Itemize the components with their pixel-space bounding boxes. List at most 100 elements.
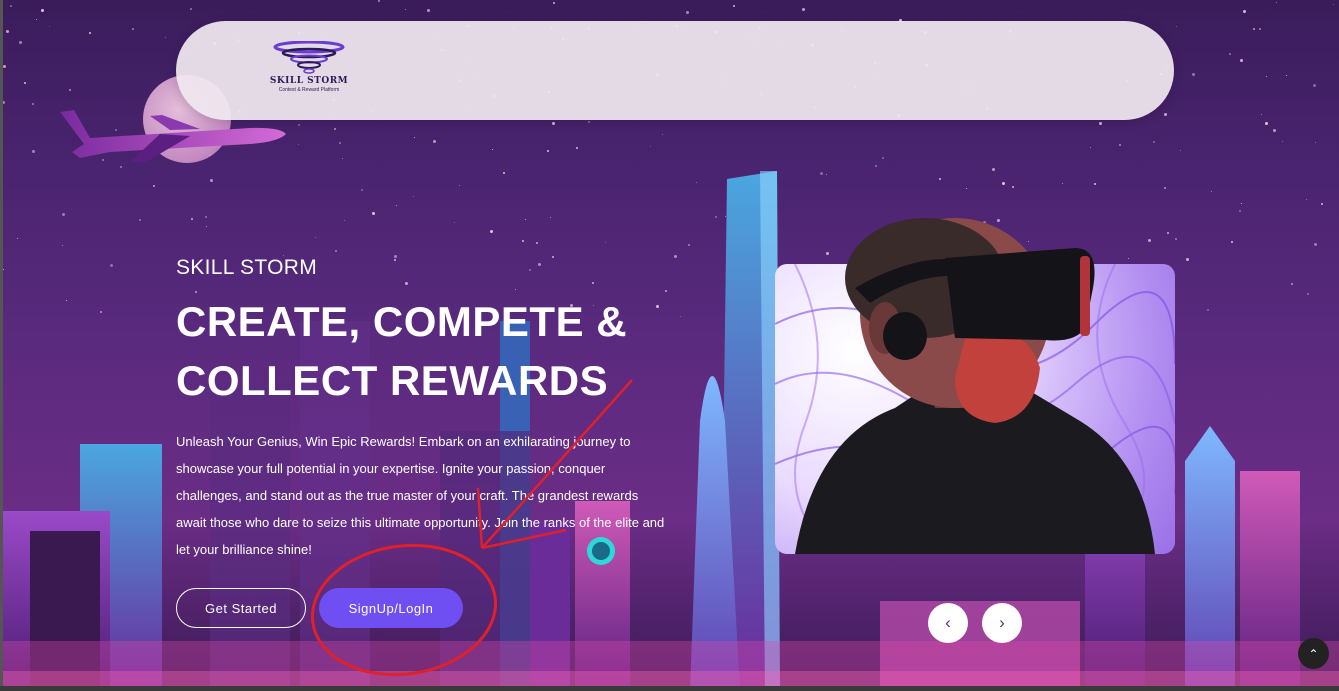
star-dot xyxy=(552,256,554,258)
star-dot xyxy=(405,282,408,285)
star-dot xyxy=(66,300,67,301)
star-dot xyxy=(62,213,65,216)
star-dot xyxy=(680,316,681,317)
star-dot xyxy=(62,245,63,246)
star-dot xyxy=(1321,203,1323,205)
star-dot xyxy=(49,26,50,27)
hero-image-card xyxy=(775,264,1175,554)
hero-eyebrow: SKILL STORM xyxy=(176,256,318,279)
star-dot xyxy=(191,218,193,220)
star-dot xyxy=(1164,187,1166,189)
star-dot xyxy=(405,9,406,10)
star-dot xyxy=(1315,142,1316,143)
star-dot xyxy=(459,185,460,186)
star-dot xyxy=(110,264,113,267)
star-dot xyxy=(1314,243,1317,246)
star-dot xyxy=(205,216,207,218)
star-dot xyxy=(1291,283,1293,285)
star-dot xyxy=(165,37,166,38)
carousel-next-button[interactable]: › xyxy=(982,603,1022,643)
star-dot xyxy=(394,255,397,258)
star-dot xyxy=(339,142,341,144)
site-logo[interactable]: SKILL STORM Contest & Reward Platform xyxy=(254,41,364,101)
star-dot xyxy=(69,89,71,91)
star-dot xyxy=(826,252,829,255)
star-dot xyxy=(1243,10,1246,13)
star-dot xyxy=(1286,75,1287,76)
star-dot xyxy=(139,219,141,221)
star-dot xyxy=(492,149,493,150)
star-dot xyxy=(378,0,380,2)
star-dot xyxy=(206,226,207,227)
star-dot xyxy=(939,178,941,180)
star-dot xyxy=(1094,183,1096,185)
star-dot xyxy=(1062,183,1063,184)
star-dot xyxy=(820,172,823,175)
star-dot xyxy=(650,146,651,147)
star-dot xyxy=(132,28,134,30)
star-dot xyxy=(32,150,35,153)
star-dot xyxy=(36,19,37,20)
star-dot xyxy=(1239,210,1241,212)
star-dot xyxy=(536,242,538,244)
headline-line-2: COLLECT REWARDS xyxy=(176,357,609,404)
star-dot xyxy=(725,216,726,217)
star-dot xyxy=(298,144,299,145)
star-dot xyxy=(1333,4,1334,5)
scroll-to-top-button[interactable]: ⌃ xyxy=(1298,638,1329,669)
star-dot xyxy=(688,244,690,246)
star-dot xyxy=(1266,76,1267,77)
hero-description: Unleash Your Genius, Win Epic Rewards! E… xyxy=(176,434,665,557)
star-dot xyxy=(454,222,455,223)
star-dot xyxy=(1176,26,1177,27)
star-dot xyxy=(342,158,343,159)
star-dot xyxy=(1282,141,1283,142)
star-dot xyxy=(529,269,531,271)
star-dot xyxy=(394,259,396,261)
star-dot xyxy=(1307,293,1309,295)
star-dot xyxy=(1231,241,1233,243)
star-dot xyxy=(490,230,493,233)
star-dot xyxy=(1099,122,1102,125)
star-dot xyxy=(89,32,91,34)
star-dot xyxy=(576,147,578,149)
carousel-prev-button[interactable]: ‹ xyxy=(928,603,968,643)
star-dot xyxy=(413,196,414,197)
star-dot xyxy=(547,150,549,152)
star-dot xyxy=(100,311,102,313)
star-dot xyxy=(1002,182,1005,185)
star-dot xyxy=(826,174,827,175)
top-navbar: SKILL STORM Contest & Reward Platform xyxy=(176,21,1174,120)
star-dot xyxy=(1240,59,1243,62)
signup-login-button[interactable]: SignUp/LogIn xyxy=(319,588,463,628)
hero-headline: CREATE, COMPETE & COLLECT REWARDS xyxy=(176,292,627,410)
star-dot xyxy=(522,240,524,242)
star-dot xyxy=(315,237,316,238)
star-dot xyxy=(553,2,555,4)
star-dot xyxy=(17,238,18,239)
star-dot xyxy=(41,9,44,12)
star-dot xyxy=(875,165,877,167)
logo-subtitle: Contest & Reward Platform xyxy=(278,87,340,93)
star-dot xyxy=(1253,28,1255,30)
star-dot xyxy=(1192,73,1195,76)
star-dot xyxy=(1153,141,1155,143)
star-dot xyxy=(1229,53,1231,55)
star-dot xyxy=(525,219,526,220)
star-dot xyxy=(1265,122,1268,125)
star-dot xyxy=(752,225,753,226)
star-dot xyxy=(734,214,736,216)
star-dot xyxy=(674,255,677,258)
star-dot xyxy=(190,8,192,10)
window-frame-left xyxy=(0,0,3,691)
star-dot xyxy=(433,140,436,143)
star-dot xyxy=(1028,241,1029,242)
star-dot xyxy=(335,250,337,252)
star-dot xyxy=(592,282,594,284)
star-dot xyxy=(396,205,397,206)
star-dot xyxy=(1186,258,1189,261)
star-dot xyxy=(882,157,884,159)
logo-title: SKILL STORM xyxy=(269,76,349,86)
star-dot xyxy=(427,9,430,12)
get-started-button[interactable]: Get Started xyxy=(176,588,306,628)
